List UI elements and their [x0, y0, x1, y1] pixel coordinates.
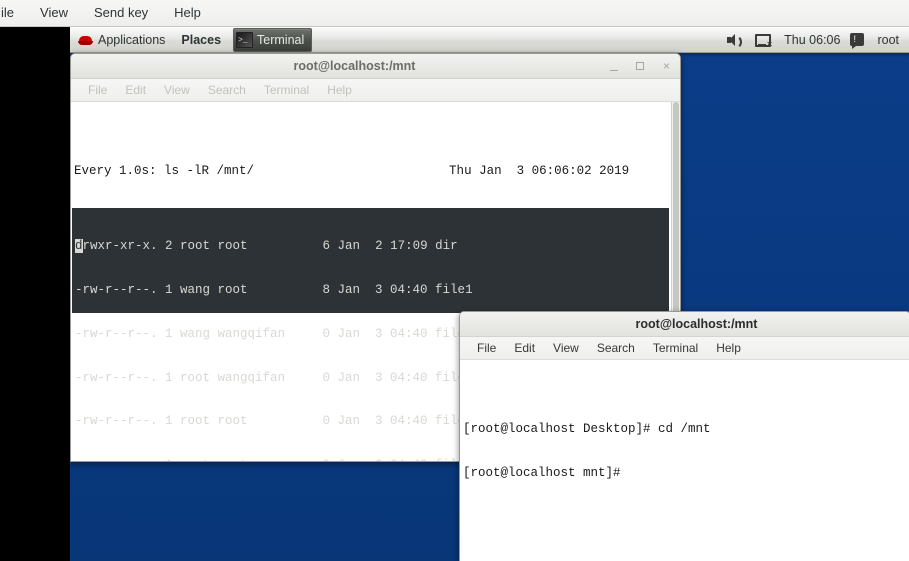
user-menu[interactable]: root: [869, 27, 907, 52]
viewer-menu-help[interactable]: Help: [161, 2, 214, 24]
terminal-line-selected: -rw-r--r--. 1 wang root 8 Jan 3 04:40 fi…: [75, 282, 473, 297]
viewer-menu-view[interactable]: View: [27, 2, 81, 24]
window2-menubar: File Edit View Search Terminal Help: [460, 337, 909, 360]
window2-terminal-output[interactable]: [root@localhost Desktop]# cd /mnt [root@…: [460, 360, 909, 561]
window1-controls: ×: [608, 59, 680, 73]
window2-menu-terminal[interactable]: Terminal: [644, 339, 707, 358]
window1-titlebar[interactable]: root@localhost:/mnt ×: [71, 54, 680, 79]
viewer-menu-file[interactable]: ile: [0, 2, 27, 24]
window2-menu-edit[interactable]: Edit: [505, 339, 544, 358]
window1-menu-terminal[interactable]: Terminal: [255, 81, 318, 100]
terminal-line-rest: rwxr-xr-x. 2 root root 6 Jan 2 17:09 dir: [82, 239, 458, 254]
network-disconnected-icon[interactable]: ×: [754, 32, 772, 48]
redhat-logo-icon: [78, 33, 93, 46]
close-icon[interactable]: ×: [660, 59, 673, 73]
window2-menu-view[interactable]: View: [544, 339, 588, 358]
terminal-window-shell[interactable]: root@localhost:/mnt File Edit View Searc…: [459, 311, 909, 561]
places-menu[interactable]: Places: [173, 27, 229, 52]
taskbar-item-terminal[interactable]: >_ Terminal: [233, 27, 313, 52]
window2-menu-search[interactable]: Search: [588, 339, 644, 358]
taskbar-item-terminal-label: Terminal: [257, 32, 305, 47]
window1-menu-help[interactable]: Help: [318, 81, 361, 100]
window2-titlebar[interactable]: root@localhost:/mnt: [460, 312, 909, 337]
window1-menu-view[interactable]: View: [155, 81, 199, 100]
applications-menu-label: Applications: [98, 32, 166, 47]
window1-menu-search[interactable]: Search: [199, 81, 255, 100]
terminal-line-selected: drwxr-xr-x. 2 root root 6 Jan 2 17:09 di…: [72, 239, 669, 254]
terminal-icon: >_: [236, 31, 254, 48]
vm-letterbox: [0, 27, 70, 561]
text-cursor: d: [75, 239, 83, 254]
viewer-menu-send-key[interactable]: Send key: [81, 2, 161, 24]
gnome-top-panel: Applications Places >_ Terminal × Thu 06…: [70, 27, 909, 53]
window1-menubar: File Edit View Search Terminal Help: [71, 79, 680, 102]
speaker-icon[interactable]: [726, 32, 743, 49]
chat-icon[interactable]: !: [850, 33, 865, 49]
terminal-line: [root@localhost Desktop]# cd /mnt: [463, 422, 711, 437]
terminal-line: Every 1.0s: ls -lR /mnt/ Thu Jan 3 06:06…: [74, 164, 630, 179]
terminal-line: [root@localhost mnt]#: [463, 466, 621, 481]
window2-menu-file[interactable]: File: [468, 339, 505, 358]
window2-menu-help[interactable]: Help: [707, 339, 750, 358]
window1-menu-file[interactable]: File: [79, 81, 116, 100]
maximize-icon[interactable]: [634, 60, 647, 73]
screen: ile View Send key Help Applications Plac…: [0, 0, 909, 561]
applications-menu[interactable]: Applications: [70, 27, 173, 52]
minimize-icon[interactable]: [608, 60, 621, 73]
window1-highlighted-listing: drwxr-xr-x. 2 root root 6 Jan 2 17:09 di…: [72, 208, 669, 461]
window2-title: root@localhost:/mnt: [635, 317, 758, 331]
window1-menu-edit[interactable]: Edit: [116, 81, 155, 100]
clock[interactable]: Thu 06:06: [776, 27, 848, 52]
viewer-menubar: ile View Send key Help: [0, 0, 909, 27]
window1-title: root@localhost:/mnt: [293, 59, 416, 73]
